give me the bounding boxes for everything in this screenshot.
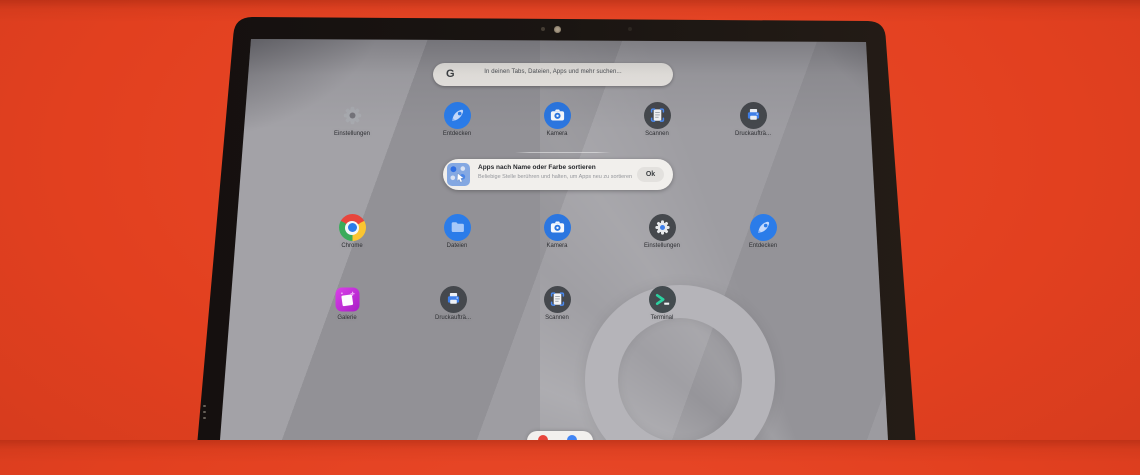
app-label: Scannen [545, 315, 569, 321]
app-print[interactable]: Druckaufträ... [413, 286, 493, 322]
tablet-screen: G In deinen Tabs, Dateien, Apps und mehr… [220, 39, 888, 440]
gallery-icon [334, 286, 361, 313]
bezel-regulatory-marks [202, 405, 206, 427]
app-files[interactable]: Dateien [417, 214, 497, 250]
print-icon [739, 102, 767, 129]
app-label: Kamera [546, 243, 568, 249]
light-sensor-icon [541, 27, 545, 31]
app-label: Einstellungen [333, 131, 371, 137]
launcher-search-bar[interactable]: G In deinen Tabs, Dateien, Apps und mehr… [433, 63, 673, 86]
shelf-blue-app-icon[interactable] [567, 435, 577, 440]
app-label: Entdecken [442, 131, 472, 137]
shelf-red-app-icon[interactable] [538, 435, 548, 440]
app-settings-dark[interactable]: Einstellungen [622, 214, 702, 250]
scan-icon [543, 286, 571, 313]
discover-icon [749, 214, 777, 241]
app-label: Kamera [546, 131, 568, 137]
app-terminal[interactable]: Terminal [622, 286, 702, 322]
shelf-peek[interactable] [527, 431, 593, 440]
app-label: Entdecken [748, 243, 778, 249]
app-label: Dateien [446, 243, 468, 249]
app-discover[interactable]: Entdecken [417, 102, 497, 138]
terminal-icon [648, 286, 676, 313]
camera-icon [543, 102, 571, 129]
app-scan[interactable]: Scannen [617, 102, 697, 138]
app-camera[interactable]: Kamera [517, 214, 597, 250]
app-discover[interactable]: Entdecken [723, 214, 803, 250]
touch-sort-icon [447, 163, 470, 186]
app-label: Terminal [650, 315, 674, 321]
app-label: Scannen [645, 131, 669, 137]
print-icon [439, 286, 467, 313]
toast-title: Apps nach Name oder Farbe sortieren [478, 164, 596, 171]
app-label: Druckaufträ... [434, 315, 471, 321]
mic-dot-icon [628, 27, 632, 31]
app-label: Chrome [341, 243, 363, 249]
app-gallery[interactable]: Galerie [307, 286, 387, 322]
app-label: Druckaufträ... [734, 131, 771, 137]
app-chrome[interactable]: Chrome [312, 214, 392, 250]
search-placeholder: In deinen Tabs, Dateien, Apps und mehr s… [484, 69, 622, 75]
toast-subtitle: Beliebige Stelle berühren und halten, um… [478, 174, 633, 180]
chrome-icon [338, 214, 366, 241]
discover-icon [443, 102, 471, 129]
sort-apps-toast: Apps nach Name oder Farbe sortieren Beli… [443, 159, 673, 190]
app-label: Galerie [337, 315, 357, 321]
scan-icon [643, 102, 671, 129]
camera-icon [543, 214, 571, 241]
toast-ok-button[interactable]: Ok [637, 167, 664, 182]
app-print[interactable]: Druckaufträ... [713, 102, 793, 138]
webcam-icon [554, 26, 561, 33]
settings-light-icon [339, 102, 366, 129]
app-camera[interactable]: Kamera [517, 102, 597, 138]
settings-dark-icon [648, 214, 676, 241]
app-label: Einstellungen [643, 243, 681, 249]
files-icon [443, 214, 471, 241]
recent-apps-divider [515, 152, 611, 153]
app-settings-light[interactable]: Einstellungen [312, 102, 392, 138]
app-scan[interactable]: Scannen [517, 286, 597, 322]
